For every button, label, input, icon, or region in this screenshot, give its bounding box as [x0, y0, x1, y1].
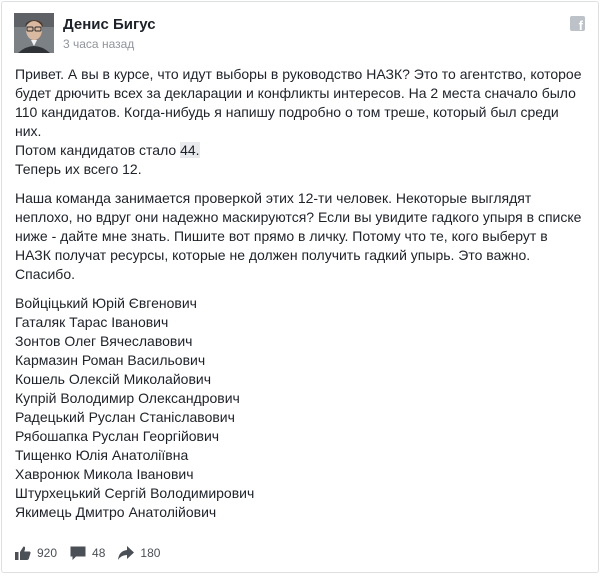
candidates-count-highlight: 44. [180, 142, 200, 158]
comment-button[interactable]: 48 [69, 545, 105, 561]
post-header: Денис Бигус 3 часа назад f [14, 13, 586, 57]
author-name[interactable]: Денис Бигус [63, 16, 156, 33]
candidate-name: Рябошапка Руслан Георгійович [15, 428, 220, 444]
intro-text: Привет. А вы в курсе, что идут выборы в … [15, 66, 582, 139]
post-timestamp[interactable]: 3 часа назад [63, 37, 134, 51]
post-paragraph-request: Наша команда занимается проверкой этих 1… [15, 190, 582, 282]
candidate-name: Тищенко Юлія Анатоліївна [15, 447, 189, 463]
like-button[interactable]: 920 [14, 545, 57, 561]
candidates-remaining-line: Теперь их всего 12. [15, 161, 142, 177]
facebook-icon[interactable]: f [570, 16, 585, 33]
candidate-name: Войціцький Юрій Євгенович [15, 295, 197, 311]
candidate-name: Кошель Олексій Миколайович [15, 371, 211, 387]
candidate-name: Кармазин Роман Васильович [15, 352, 206, 368]
candidates-line-prefix: Потом кандидатов стало [15, 142, 181, 158]
post-footer: 920 48 180 [14, 543, 172, 563]
thumbs-up-icon [15, 546, 31, 560]
share-button[interactable]: 180 [117, 545, 160, 561]
candidate-name: Якимець Дмитро Анатолійович [15, 504, 217, 520]
like-count: 920 [37, 546, 58, 560]
comment-count: 48 [92, 546, 106, 560]
post-body: Привет. А вы в курсе, что идут выборы в … [15, 65, 587, 522]
facebook-post: Денис Бигус 3 часа назад f Привет. А вы … [1, 1, 599, 573]
facebook-icon-glyph: f [578, 18, 583, 33]
share-arrow-icon [118, 546, 135, 560]
candidate-name: Гаталяк Тарас Іванович [15, 314, 169, 330]
comment-icon [70, 546, 86, 560]
post-paragraph-intro: Привет. А вы в курсе, что идут выборы в … [15, 65, 587, 179]
candidate-name: Хавронюк Микола Іванович [15, 466, 194, 482]
candidate-name: Купрій Володимир Олександрович [15, 390, 240, 406]
candidate-name: Зонтов Олег Вячеславович [15, 333, 193, 349]
candidate-list: Войціцький Юрій Євгенович Гаталяк Тарас … [15, 294, 587, 522]
avatar[interactable] [14, 13, 54, 53]
avatar-portrait-icon [14, 13, 54, 53]
share-count: 180 [140, 546, 161, 560]
candidate-name: Штурхецький Сергій Володимирович [15, 485, 255, 501]
candidate-name: Радецький Руслан Станіславович [15, 409, 235, 425]
